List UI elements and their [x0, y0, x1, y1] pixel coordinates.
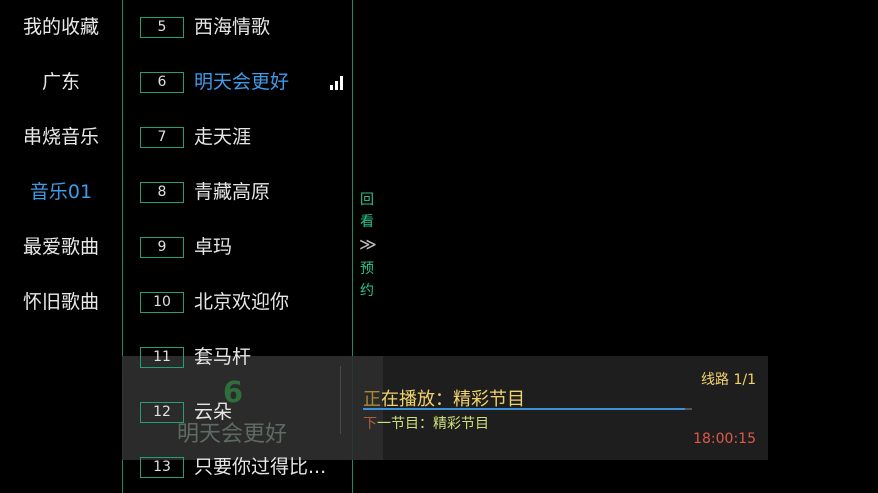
channel-name: 套马杆: [194, 346, 252, 368]
channel-name: 明天会更好: [194, 71, 290, 93]
channel-item[interactable]: 7 走天涯: [140, 123, 350, 153]
channel-name: 北京欢迎你: [194, 291, 290, 313]
signal-icon: [330, 76, 344, 90]
category-item[interactable]: 最爱歌曲: [0, 227, 122, 267]
progress-bar: [363, 408, 692, 410]
channel-number: 11: [140, 347, 184, 368]
channel-number: 12: [140, 402, 184, 423]
channel-name: 云朵: [194, 401, 233, 423]
channel-name: 只要你过得比...: [194, 456, 327, 478]
channel-item[interactable]: 11 套马杆: [140, 343, 350, 373]
category-item[interactable]: 怀旧歌曲: [0, 282, 122, 322]
channel-name: 西海情歌: [194, 16, 271, 38]
schedule-label: 预约: [360, 261, 374, 299]
channel-number: 7: [140, 127, 184, 148]
channel-number: 9: [140, 237, 184, 258]
category-item[interactable]: 我的收藏: [0, 7, 122, 47]
clock: 18:00:15: [693, 431, 756, 447]
category-item-active[interactable]: 音乐01: [0, 172, 122, 212]
channel-number: 13: [140, 457, 184, 478]
category-list: 我的收藏 广东 串烧音乐 音乐01 最爱歌曲 怀旧歌曲: [0, 0, 122, 493]
channel-item[interactable]: 10 北京欢迎你: [140, 288, 350, 318]
channel-number: 6: [140, 72, 184, 93]
channel-name: 走天涯: [194, 126, 252, 148]
channel-item[interactable]: 8 青藏高原: [140, 178, 350, 208]
channel-number: 8: [140, 182, 184, 203]
channel-item[interactable]: 13 只要你过得比...: [140, 453, 350, 483]
source-line-indicator[interactable]: 线路 1/1: [701, 369, 756, 389]
category-item[interactable]: 串烧音乐: [0, 117, 122, 157]
channel-name: 卓玛: [194, 236, 233, 258]
channel-item-active[interactable]: 6 明天会更好: [140, 68, 350, 98]
channel-number: 10: [140, 292, 184, 313]
next-program-text: 下一节目：精彩节目: [363, 416, 489, 432]
channel-item[interactable]: 9 卓玛: [140, 233, 350, 263]
replay-label: 回看: [360, 192, 374, 230]
progress-fill: [363, 408, 686, 410]
channel-number: 5: [140, 17, 184, 38]
channel-name: 青藏高原: [194, 181, 271, 203]
channel-item[interactable]: 12 云朵: [140, 398, 350, 428]
channel-item[interactable]: 5 西海情歌: [140, 13, 350, 43]
category-item[interactable]: 广东: [0, 62, 122, 102]
double-chevron-icon: ≫: [359, 235, 377, 255]
